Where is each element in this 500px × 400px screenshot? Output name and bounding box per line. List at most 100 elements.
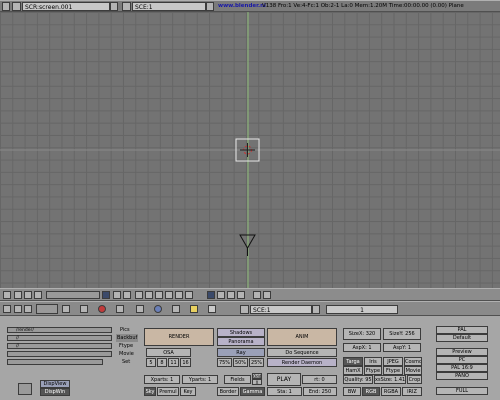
view-menu-icon[interactable] <box>34 291 42 299</box>
key-button[interactable]: Key <box>180 387 196 396</box>
end-frame-field[interactable]: End: 250 <box>303 387 337 396</box>
perspective-icon[interactable] <box>145 291 153 299</box>
osa-8-button[interactable]: 8 <box>157 358 167 367</box>
quality-field[interactable]: Quality: 95 <box>343 375 373 384</box>
full-screen-icon[interactable] <box>14 305 22 313</box>
delete-scene-button[interactable] <box>206 2 214 11</box>
percent-75-button[interactable]: 75% <box>217 358 232 367</box>
dispwin-button[interactable]: DispWin <box>40 388 70 396</box>
iriz-button[interactable]: IRIZ <box>402 387 422 396</box>
aspy-field[interactable]: AspY: 1 <box>383 343 421 352</box>
osa-16-button[interactable]: 16 <box>180 358 191 367</box>
window-type-icon[interactable] <box>3 305 11 313</box>
preset-full-button[interactable]: FULL <box>436 387 488 395</box>
preset-pc-button[interactable]: PC <box>436 356 488 364</box>
view-top-icon[interactable] <box>185 291 193 299</box>
movie-path-field[interactable] <box>7 351 112 357</box>
preset-pal-169-button[interactable]: PAL 16:9 <box>436 364 488 372</box>
preset-default-button[interactable]: Default <box>436 334 488 342</box>
anim-button[interactable]: ANIM <box>267 328 337 346</box>
set-path-field[interactable] <box>7 359 103 365</box>
anim-icon[interactable] <box>154 305 162 313</box>
delete-scene-button[interactable] <box>312 305 320 314</box>
rt-field[interactable]: rt: 0 <box>302 375 337 384</box>
scene-browse-button[interactable] <box>122 2 131 11</box>
pan-icon[interactable] <box>217 291 225 299</box>
zoom-icon[interactable] <box>207 291 215 299</box>
view-mode-icon[interactable] <box>113 291 121 299</box>
backbuf-label[interactable]: Backbuf <box>116 334 139 342</box>
texture-icon[interactable] <box>116 305 124 313</box>
xparts-field[interactable]: Xparts: 1 <box>144 375 180 384</box>
panorama-button[interactable]: Panorama <box>217 337 265 346</box>
display-icon[interactable] <box>18 383 32 395</box>
scene-icon[interactable] <box>190 305 198 313</box>
rgb-button[interactable]: RGB <box>362 387 380 396</box>
sky-button[interactable]: Sky <box>144 387 156 396</box>
fields-button[interactable]: Fields <box>224 375 251 384</box>
preset-pal-button[interactable]: PAL <box>436 326 488 334</box>
layer-buttons[interactable] <box>46 291 100 299</box>
ftype-2-button[interactable]: Ftype <box>383 366 403 375</box>
backbuf-path-field[interactable]: // <box>7 335 112 341</box>
scene-name-field[interactable]: SCE:1 <box>132 2 206 11</box>
ray-button[interactable]: Ray <box>217 348 265 357</box>
home-icon[interactable] <box>24 305 32 313</box>
3d-cursor-icon[interactable] <box>240 143 255 157</box>
material-icon[interactable] <box>98 305 106 313</box>
iris-button[interactable]: Iris <box>364 357 382 366</box>
osa-button[interactable]: OSA <box>146 348 191 357</box>
percent-50-button[interactable]: 50% <box>233 358 248 367</box>
targa-button[interactable]: Targa <box>343 357 363 366</box>
local-view-icon[interactable] <box>102 291 110 299</box>
render-daemon-button[interactable]: Render Daemon <box>267 358 337 367</box>
full-screen-icon[interactable] <box>14 291 22 299</box>
do-sequence-button[interactable]: Do Sequence <box>267 348 337 357</box>
rgba-button[interactable]: RGBA <box>381 387 401 396</box>
view-icon[interactable] <box>62 305 70 313</box>
sizey-field[interactable]: SizeY: 256 <box>383 328 421 340</box>
lamp-icon[interactable] <box>80 305 88 313</box>
window-type-icon[interactable] <box>2 2 10 11</box>
play-button[interactable]: PLAY <box>267 373 301 386</box>
center-view-icon[interactable] <box>135 291 143 299</box>
preset-pano-button[interactable]: PANO <box>436 372 488 380</box>
view-front-icon[interactable] <box>165 291 173 299</box>
draw-type-icon[interactable] <box>123 291 131 299</box>
scene-browse-button[interactable] <box>240 305 249 314</box>
crop-button[interactable]: Crop <box>407 375 422 384</box>
current-frame-field[interactable]: 1 <box>326 305 398 314</box>
gamma-button[interactable]: Gamma <box>240 387 265 396</box>
osa-11-button[interactable]: 11 <box>168 358 179 367</box>
start-frame-field[interactable]: Sta: 1 <box>267 387 302 396</box>
x-button[interactable]: X <box>252 379 262 385</box>
render-button[interactable]: RENDER <box>144 328 214 346</box>
aspx-field[interactable]: AspX: 1 <box>343 343 381 352</box>
world-icon[interactable] <box>136 305 144 313</box>
grab-icon[interactable] <box>237 291 245 299</box>
percent-25-button[interactable]: 25% <box>249 358 264 367</box>
xssize-field[interactable]: xsSize: 1.41 <box>374 375 406 384</box>
pics-path-field[interactable]: /render/ <box>7 327 112 333</box>
border-button[interactable]: Border <box>217 387 239 396</box>
buttons-window-menu[interactable] <box>36 304 58 314</box>
scene-name-field[interactable]: SCE:1 <box>250 305 312 314</box>
ftype-path-field[interactable]: // <box>7 343 112 349</box>
view-side-icon[interactable] <box>175 291 183 299</box>
osa-5-button[interactable]: 5 <box>146 358 156 367</box>
delete-screen-button[interactable] <box>110 2 118 11</box>
home-icon[interactable] <box>24 291 32 299</box>
edit-icon[interactable] <box>172 305 180 313</box>
sizex-field[interactable]: SizeX: 320 <box>343 328 381 340</box>
jpeg-button[interactable]: JPEG <box>383 357 403 366</box>
yparts-field[interactable]: Yparts: 1 <box>182 375 218 384</box>
screen-name-field[interactable]: SCR:screen.001 <box>22 2 110 11</box>
cosmo-button[interactable]: Cosmo <box>404 357 422 366</box>
ftype-button[interactable]: Ftype <box>364 366 382 375</box>
bw-button[interactable]: BW <box>343 387 361 396</box>
pointer-icon[interactable] <box>263 291 271 299</box>
screen-browse-button[interactable] <box>12 2 21 11</box>
snap-icon[interactable] <box>253 291 261 299</box>
window-type-icon[interactable] <box>3 291 11 299</box>
movie-button[interactable]: Movie <box>404 366 422 375</box>
